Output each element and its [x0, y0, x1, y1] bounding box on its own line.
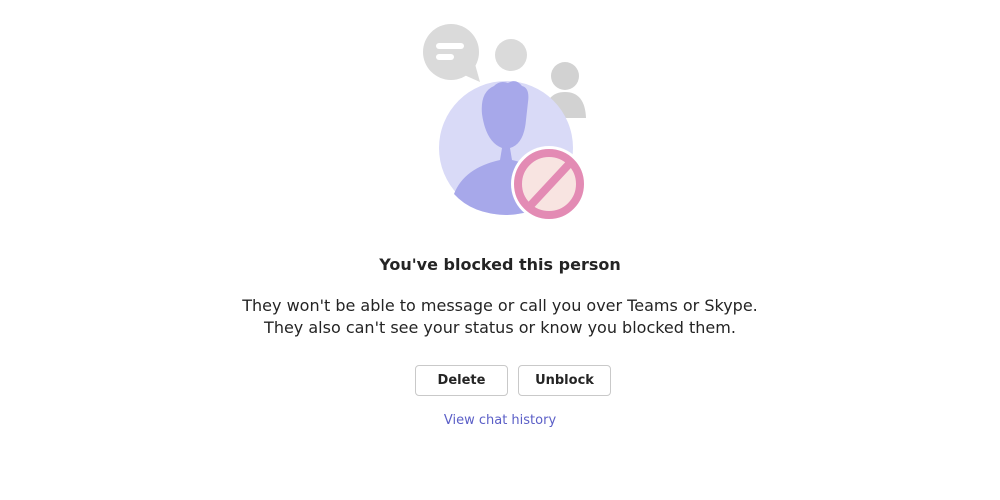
unblock-button[interactable]: Unblock [518, 365, 611, 396]
delete-button[interactable]: Delete [415, 365, 508, 396]
block-icon [511, 146, 587, 222]
action-buttons: Delete Unblock [415, 365, 611, 396]
blocked-description: They won't be able to message or call yo… [0, 295, 1000, 339]
chat-bubble-icon [423, 24, 480, 82]
view-chat-history-link[interactable]: View chat history [0, 413, 1000, 428]
description-line-2: They also can't see your status or know … [264, 318, 736, 337]
description-line-1: They won't be able to message or call yo… [242, 296, 758, 315]
blocked-illustration [420, 22, 610, 222]
blocked-title: You've blocked this person [379, 255, 621, 274]
